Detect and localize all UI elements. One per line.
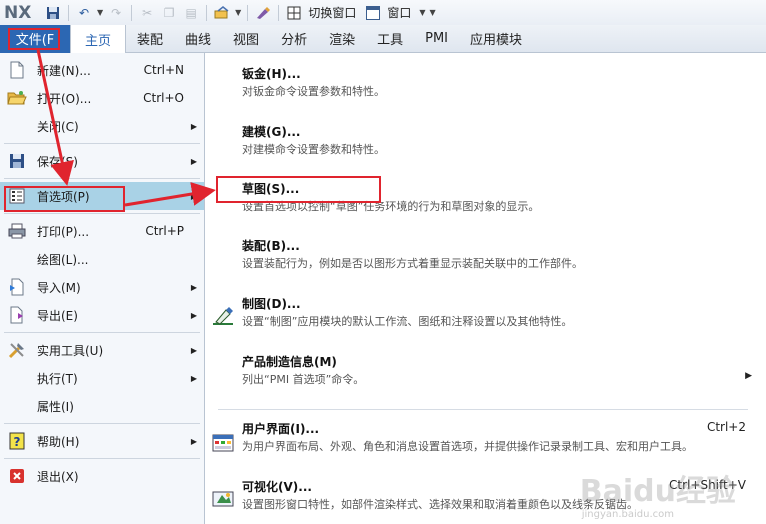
- annotation-arrow-file-to-preferences: [36, 49, 74, 186]
- baidu-watermark: Baidu经验: [579, 474, 736, 509]
- nx-window: NX ↶ ▼ ↷ ✂ ❐ ▤ ▼ 切换窗口 窗口 ▼ ▼ 文件(F 主页 装配 …: [0, 0, 766, 524]
- baidu-watermark-url: jingyan.baidu.com: [581, 509, 674, 520]
- annotation-arrows: [36, 49, 216, 207]
- annotation-arrow-preferences-to-sketch: [124, 182, 216, 207]
